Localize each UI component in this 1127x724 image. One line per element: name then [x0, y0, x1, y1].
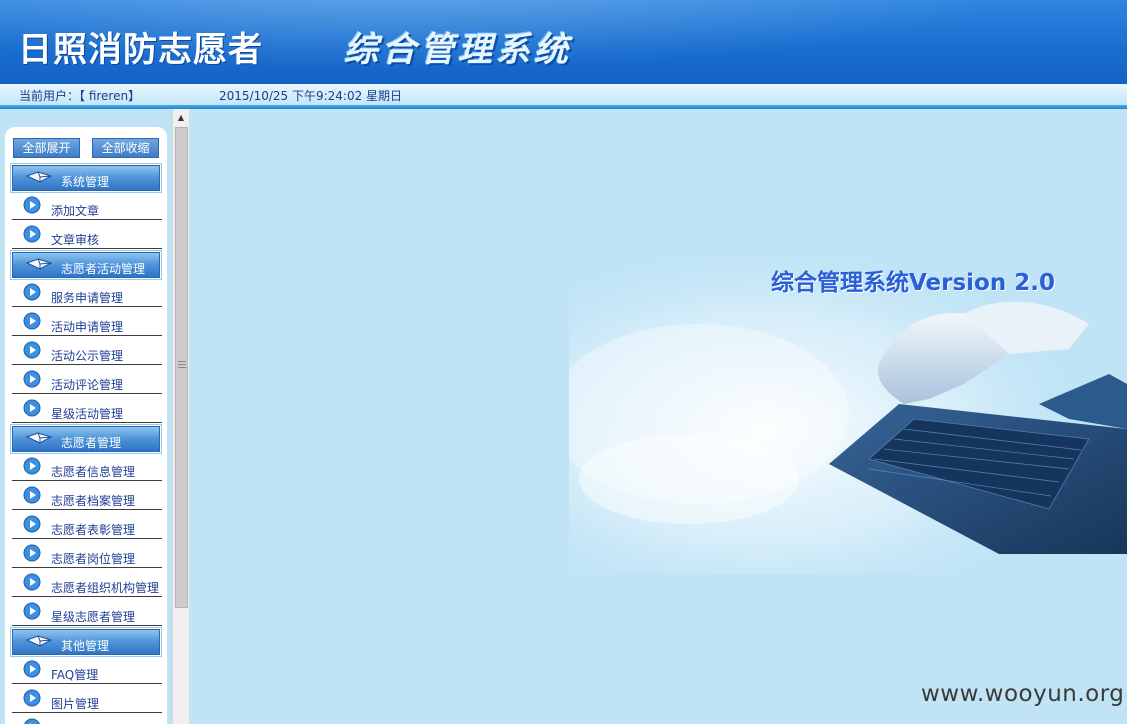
- play-arrow-icon: [23, 689, 41, 707]
- menu-item-volunteer-info[interactable]: 志愿者信息管理: [12, 453, 162, 481]
- menu-item-label: 添加文章: [51, 204, 100, 218]
- menu-item-activity-publicity[interactable]: 活动公示管理: [12, 337, 162, 365]
- play-arrow-icon: [23, 602, 41, 620]
- menu-item-label: 服务申请管理: [51, 291, 124, 305]
- scroll-up-arrow-icon[interactable]: ▲: [174, 111, 188, 125]
- play-arrow-icon: [23, 399, 41, 417]
- sidebar-menu: 全部展开 全部收缩 系统管理 添加文章 文章审核 志愿者活动管理 服务申请管理 …: [5, 127, 167, 724]
- current-user: 当前用户：【 fireren】: [19, 89, 141, 103]
- menu-item-images[interactable]: 图片管理: [12, 685, 162, 713]
- menu-item-label: FAQ管理: [51, 668, 99, 682]
- main-content: 综合管理系统Version 2.0 www.wooyun.org: [189, 109, 1127, 724]
- play-arrow-icon: [23, 370, 41, 388]
- current-datetime: 2015/10/25 下午9:24:02 星期日: [219, 89, 403, 103]
- menu-group-title: 志愿者活动管理: [61, 262, 146, 276]
- watermark-text: www.wooyun.org: [921, 681, 1125, 707]
- play-arrow-icon: [23, 225, 41, 243]
- play-arrow-icon: [23, 544, 41, 562]
- menu-item-article-review[interactable]: 文章审核: [12, 221, 162, 249]
- menu-item-label: 活动评论管理: [51, 378, 124, 392]
- menu-item-label: 文章审核: [51, 233, 100, 247]
- menu-item-faq[interactable]: FAQ管理: [12, 656, 162, 684]
- menu-item-volunteer-post[interactable]: 志愿者岗位管理: [12, 540, 162, 568]
- menu-item-label: 图片管理: [51, 697, 100, 711]
- menu-item-activity-application[interactable]: 活动申请管理: [12, 308, 162, 336]
- play-arrow-icon: [24, 718, 40, 724]
- menu-item-volunteer-archive[interactable]: 志愿者档案管理: [12, 482, 162, 510]
- play-arrow-icon: [23, 515, 41, 533]
- menu-group-title: 其他管理: [61, 639, 110, 653]
- book-icon: [25, 258, 53, 270]
- menu-item-star-volunteer[interactable]: 星级志愿者管理: [12, 598, 162, 626]
- menu-item-add-article[interactable]: 添加文章: [12, 192, 162, 220]
- sidebar-scrollbar[interactable]: ▲: [172, 109, 189, 724]
- menu-item-label: 活动公示管理: [51, 349, 124, 363]
- play-arrow-icon: [23, 486, 41, 504]
- menu-item-partial[interactable]: [12, 714, 162, 724]
- book-icon: [25, 171, 53, 183]
- menu-item-label: 星级活动管理: [51, 407, 124, 421]
- system-title: 综合管理系统: [344, 30, 572, 70]
- menu-item-label: 星级志愿者管理: [51, 610, 136, 624]
- menu-item-volunteer-organization[interactable]: 志愿者组织机构管理: [12, 569, 162, 597]
- play-arrow-icon: [23, 457, 41, 475]
- play-arrow-icon: [23, 283, 41, 301]
- menu-item-label: 志愿者表彰管理: [51, 523, 136, 537]
- book-icon: [25, 635, 53, 647]
- menu-item-label: 志愿者信息管理: [51, 465, 136, 479]
- grip-icon: [178, 361, 186, 370]
- laptop-hero-image: [569, 254, 1127, 574]
- menu-item-service-application[interactable]: 服务申请管理: [12, 279, 162, 307]
- book-icon: [25, 432, 53, 444]
- menu-item-volunteer-commendation[interactable]: 志愿者表彰管理: [12, 511, 162, 539]
- menu-item-label: 志愿者档案管理: [51, 494, 136, 508]
- menu-group-other[interactable]: 其他管理: [10, 627, 162, 657]
- play-arrow-icon: [23, 573, 41, 591]
- play-arrow-icon: [23, 341, 41, 359]
- banner-title: 综合管理系统Version 2.0: [771, 270, 1055, 296]
- menu-group-title: 系统管理: [61, 175, 110, 189]
- menu-item-activity-comments[interactable]: 活动评论管理: [12, 366, 162, 394]
- play-arrow-icon: [23, 196, 41, 214]
- menu-item-label: 志愿者岗位管理: [51, 552, 136, 566]
- site-title: 日照消防志愿者: [18, 30, 263, 70]
- menu-group-volunteer[interactable]: 志愿者管理: [10, 424, 162, 454]
- collapse-all-button[interactable]: 全部收缩: [92, 138, 159, 158]
- menu-item-star-activity[interactable]: 星级活动管理: [12, 395, 162, 423]
- header-banner: 日照消防志愿者 综合管理系统: [0, 0, 1127, 84]
- menu-group-volunteer-activity[interactable]: 志愿者活动管理: [10, 250, 162, 280]
- expand-all-button[interactable]: 全部展开: [13, 138, 80, 158]
- menu-item-label: 活动申请管理: [51, 320, 124, 334]
- menu-group-title: 志愿者管理: [61, 436, 122, 450]
- scroll-thumb[interactable]: [175, 127, 188, 608]
- menu-group-system[interactable]: 系统管理: [10, 163, 162, 193]
- info-bar: 当前用户：【 fireren】 2015/10/25 下午9:24:02 星期日: [0, 84, 1127, 105]
- play-arrow-icon: [23, 660, 41, 678]
- menu-item-label: 志愿者组织机构管理: [51, 581, 160, 595]
- play-arrow-icon: [23, 312, 41, 330]
